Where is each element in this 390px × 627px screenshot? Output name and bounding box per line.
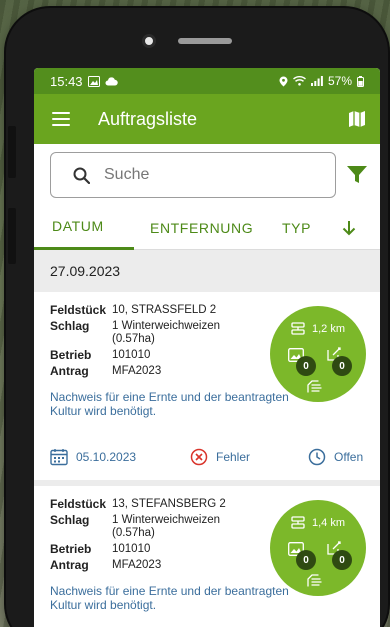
- calendar-icon: [50, 449, 68, 466]
- route-icon: [291, 322, 305, 335]
- search-input[interactable]: Suche: [50, 152, 336, 198]
- edit-count-badge: 0: [332, 550, 352, 570]
- phone-frame: 15:43 57% Auftragsliste Suche DATUM ENTF…: [6, 8, 388, 627]
- signal-icon: [310, 76, 323, 86]
- betrieb-value: 101010: [112, 349, 151, 361]
- clock-icon: [308, 448, 326, 466]
- edit-count-badge: 0: [332, 356, 352, 376]
- antrag-label: Antrag: [50, 364, 89, 378]
- schlag-area: (0.57ha): [112, 333, 155, 345]
- antrag-value: MFA2023: [112, 559, 162, 571]
- cloud-icon: [105, 76, 118, 85]
- app-bar: Auftragsliste: [34, 94, 380, 144]
- arrow-down-icon: [342, 220, 356, 235]
- antrag-value: MFA2023: [112, 365, 162, 377]
- order-card[interactable]: Feldstück 10, STRASSFELD 2 Schlag 1 Wint…: [34, 292, 380, 480]
- error-status[interactable]: Fehler: [190, 448, 308, 466]
- schlag-crop: 1 Winterweichweizen: [112, 320, 221, 332]
- due-date: 05.10.2023: [50, 448, 190, 466]
- order-card[interactable]: Feldstück 13, STEFANSBERG 2 Schlag 1 Win…: [34, 486, 380, 612]
- photo-count-badge: 0: [296, 356, 316, 376]
- route-icon: [291, 516, 305, 529]
- power-button: [8, 208, 16, 264]
- hand-icon: [307, 380, 322, 393]
- schlag-area: (0.57ha): [112, 527, 155, 539]
- sort-tabs: DATUM ENTFERNUNG TYP: [34, 206, 380, 250]
- distance-indicator: 1,4 km: [290, 516, 345, 530]
- filter-icon[interactable]: [346, 165, 368, 185]
- order-note: Nachweis für eine Ernte und der beantrag…: [50, 390, 289, 418]
- schlag-value: 1 Winterweichweizen (0.57ha): [112, 320, 244, 346]
- hamburger-icon[interactable]: [52, 112, 70, 126]
- betrieb-label: Betrieb: [50, 348, 92, 362]
- antrag-label: Antrag: [50, 558, 89, 572]
- sort-direction-button[interactable]: [342, 220, 356, 236]
- order-note: Nachweis für eine Ernte und der beantrag…: [50, 584, 289, 612]
- wifi-icon: [293, 76, 306, 86]
- feldstueck-label: Feldstück: [50, 303, 107, 317]
- feldstueck-label: Feldstück: [50, 497, 107, 511]
- battery-icon: [357, 75, 364, 87]
- gallery-notification-icon: [87, 75, 100, 87]
- photo-count-badge: 0: [296, 550, 316, 570]
- feldstueck-value: 13, STEFANSBERG 2: [112, 498, 226, 510]
- schlag-label: Schlag: [50, 513, 90, 527]
- due-date-value: 05.10.2023: [76, 450, 137, 464]
- location-icon: [279, 76, 288, 86]
- distance-value: 1,2 km: [312, 323, 346, 335]
- status-bar: 15:43 57%: [34, 68, 380, 94]
- speaker-grille: [178, 38, 232, 44]
- betrieb-value: 101010: [112, 543, 151, 555]
- distance-value: 1,4 km: [312, 517, 346, 529]
- tab-entfernung[interactable]: ENTFERNUNG: [134, 206, 256, 250]
- hand-icon: [307, 574, 322, 587]
- order-summary-circle[interactable]: 1,2 km 0 0: [270, 306, 366, 402]
- feldstueck-value: 10, STRASSFELD 2: [112, 304, 217, 316]
- app-screen: 15:43 57% Auftragsliste Suche DATUM ENTF…: [34, 68, 380, 627]
- schlag-value: 1 Winterweichweizen (0.57ha): [112, 514, 244, 540]
- search-icon: [73, 167, 90, 184]
- page-title: Auftragsliste: [98, 108, 198, 129]
- tab-typ[interactable]: TYP: [256, 206, 328, 250]
- error-label: Fehler: [216, 450, 251, 464]
- order-footer: 05.10.2023 Fehler Offen: [50, 434, 364, 480]
- order-summary-circle[interactable]: 1,4 km 0 0: [270, 500, 366, 596]
- schlag-crop: 1 Winterweichweizen: [112, 514, 221, 526]
- schlag-label: Schlag: [50, 319, 90, 333]
- status-time: 15:43: [50, 73, 83, 89]
- open-status[interactable]: Offen: [308, 448, 363, 466]
- battery-percent: 57%: [327, 74, 352, 88]
- error-icon: [190, 448, 208, 466]
- volume-button: [8, 126, 16, 178]
- search-placeholder: Suche: [104, 166, 150, 183]
- betrieb-label: Betrieb: [50, 542, 92, 556]
- map-icon[interactable]: [348, 110, 366, 128]
- camera-icon: [142, 34, 156, 48]
- search-toolbar: Suche: [34, 144, 380, 206]
- tab-datum[interactable]: DATUM: [34, 206, 134, 250]
- date-group-header: 27.09.2023: [34, 250, 380, 292]
- distance-indicator: 1,2 km: [290, 322, 345, 336]
- status-label: Offen: [334, 450, 364, 464]
